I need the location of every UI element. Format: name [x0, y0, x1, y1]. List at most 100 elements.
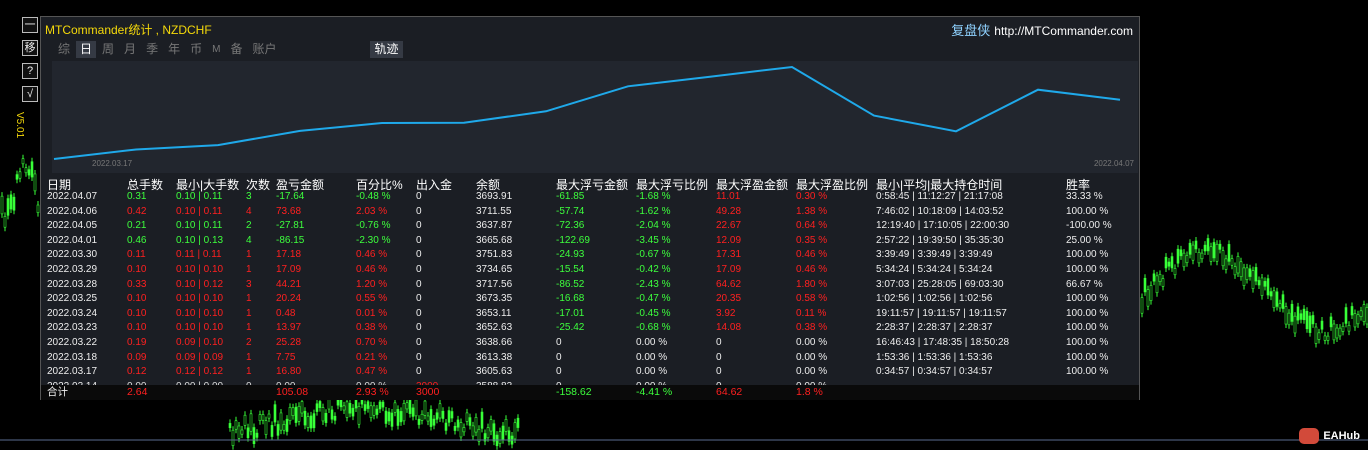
minimize-button[interactable]: 一: [22, 17, 38, 33]
tab-year[interactable]: 年: [164, 41, 184, 58]
tab-day[interactable]: 日: [76, 41, 97, 58]
equity-start-date: 2022.03.17: [92, 159, 133, 168]
background-candle: [1152, 273, 1156, 282]
cell-max-float-profit-pct: 0.00 %: [796, 336, 828, 348]
total-max-float-loss: -158.62: [556, 386, 592, 398]
table-row: 2022.04.01 0.46 0.10 | 0.13 4 -86.15 -2.30 % 0…: [41, 234, 1139, 249]
background-candle: [1293, 315, 1297, 334]
cell-percent: 1.20 %: [356, 278, 388, 290]
cell-balance: 3665.68: [476, 234, 513, 246]
background-candle: [324, 412, 328, 423]
table-row: 2022.03.28 0.33 0.10 | 0.12 3 44.21 1.20 % 0 37…: [41, 278, 1139, 293]
cell-win-rate: 100.00 %: [1066, 307, 1109, 319]
background-candle: [1155, 275, 1159, 294]
tab-note[interactable]: 备: [226, 41, 246, 58]
background-candle: [1200, 252, 1204, 260]
cell-total-lots: 0.42: [127, 205, 147, 217]
cell-hold-time: 12:19:40 | 17:10:05 | 22:00:30: [876, 220, 1010, 232]
cell-max-float-loss: -24.93: [556, 249, 585, 261]
cell-count: 1: [246, 366, 252, 378]
total-max-float-profit-pct: 1.8 %: [796, 386, 823, 398]
background-candle: [1224, 258, 1228, 270]
cell-win-rate: 100.00 %: [1066, 205, 1109, 217]
background-candle: [357, 406, 361, 425]
cell-pnl: -27.81: [276, 220, 305, 232]
cell-percent: 0.21 %: [356, 351, 388, 363]
cell-balance: 3734.65: [476, 263, 513, 275]
background-candle: [1326, 335, 1330, 341]
cell-win-rate: -100.00 %: [1066, 220, 1112, 232]
tab-m[interactable]: M: [208, 41, 224, 58]
background-candle: [297, 405, 301, 422]
cell-balance: 3652.63: [476, 322, 513, 334]
background-candle: [468, 417, 472, 426]
background-candle: [1257, 280, 1261, 286]
cell-min-max-lots: 0.10 | 0.10: [176, 263, 224, 275]
background-candle: [489, 419, 493, 432]
cell-total-lots: 0.33: [127, 278, 147, 290]
background-candle: [318, 401, 322, 408]
background-candle: [1197, 252, 1201, 264]
move-button[interactable]: 移: [22, 40, 38, 56]
tab-currency[interactable]: 币: [186, 41, 206, 58]
cell-pnl: 44.21: [276, 278, 302, 290]
cell-max-float-profit-pct: 0.46 %: [796, 263, 828, 275]
cell-max-float-loss-pct: -2.43 %: [636, 278, 671, 290]
background-candle: [1176, 248, 1180, 264]
tab-month[interactable]: 月: [120, 41, 140, 58]
table-header: 日期 总手数 最小|大手数 次数 盈亏金额 百分比% 出入金 余额 最大浮亏金额 最大浮亏比例 最大…: [41, 176, 1139, 192]
background-candle: [345, 401, 349, 418]
cell-min-max-lots: 0.11 | 0.11: [176, 249, 222, 261]
background-candle: [438, 403, 442, 419]
background-candle: [351, 407, 355, 417]
cell-max-float-loss: -72.36: [556, 220, 585, 232]
background-candle: [504, 419, 508, 432]
cell-max-float-profit: 20.35: [716, 293, 742, 305]
cell-win-rate: 100.00 %: [1066, 366, 1109, 378]
background-candle: [237, 425, 241, 439]
brand-link[interactable]: 复盘侠 http://MTCommander.com: [951, 20, 1133, 39]
background-candle: [1254, 267, 1258, 282]
background-candle: [1287, 312, 1291, 326]
background-candle: [315, 403, 319, 412]
background-candle: [378, 401, 382, 410]
tab-quarter[interactable]: 季: [142, 41, 162, 58]
confirm-button[interactable]: √: [22, 86, 38, 102]
background-candle: [381, 401, 385, 408]
cell-max-float-profit: 22.67: [716, 220, 742, 232]
background-candle: [1347, 324, 1351, 332]
cell-max-float-loss-pct: -3.45 %: [636, 234, 671, 246]
background-candle: [1236, 256, 1240, 274]
cell-pnl: 7.75: [276, 351, 296, 363]
table-row: 2022.03.25 0.10 0.10 | 0.10 1 20.24 0.55 % 0 36…: [41, 292, 1139, 307]
cell-max-float-loss: -86.52: [556, 278, 585, 290]
tab-account[interactable]: 账户: [248, 41, 280, 58]
background-candle: [303, 410, 307, 426]
cell-hold-time: 19:11:57 | 19:11:57 | 19:11:57: [876, 307, 1007, 319]
total-deposit: 3000: [416, 386, 440, 398]
background-candle: [1299, 313, 1303, 320]
tab-track[interactable]: 轨迹: [370, 41, 403, 58]
cell-date: 2022.03.30: [47, 249, 98, 261]
version-label: V5.01: [14, 112, 25, 139]
background-candle: [330, 409, 334, 420]
cell-percent: 0.46 %: [356, 249, 388, 261]
cell-max-float-loss-pct: -0.67 %: [636, 249, 671, 261]
background-candle: [375, 408, 379, 415]
cell-max-float-profit: 17.31: [716, 249, 742, 261]
cell-count: 2: [246, 336, 252, 348]
cell-total-lots: 0.10: [127, 293, 147, 305]
background-candle: [1314, 326, 1318, 344]
tab-summary[interactable]: 综: [54, 41, 74, 58]
tab-week[interactable]: 周: [98, 41, 118, 58]
cell-max-float-loss-pct: -0.68 %: [636, 322, 671, 334]
background-candle: [501, 425, 505, 440]
background-candle: [480, 411, 484, 429]
cell-pnl: 20.24: [276, 293, 302, 305]
cell-deposit: 0: [416, 234, 422, 246]
background-candle: [1227, 244, 1231, 262]
cell-min-max-lots: 0.10 | 0.11: [176, 191, 223, 202]
background-candle: [402, 403, 406, 422]
help-button[interactable]: ?: [22, 63, 38, 79]
cell-max-float-profit: 64.62: [716, 278, 742, 290]
